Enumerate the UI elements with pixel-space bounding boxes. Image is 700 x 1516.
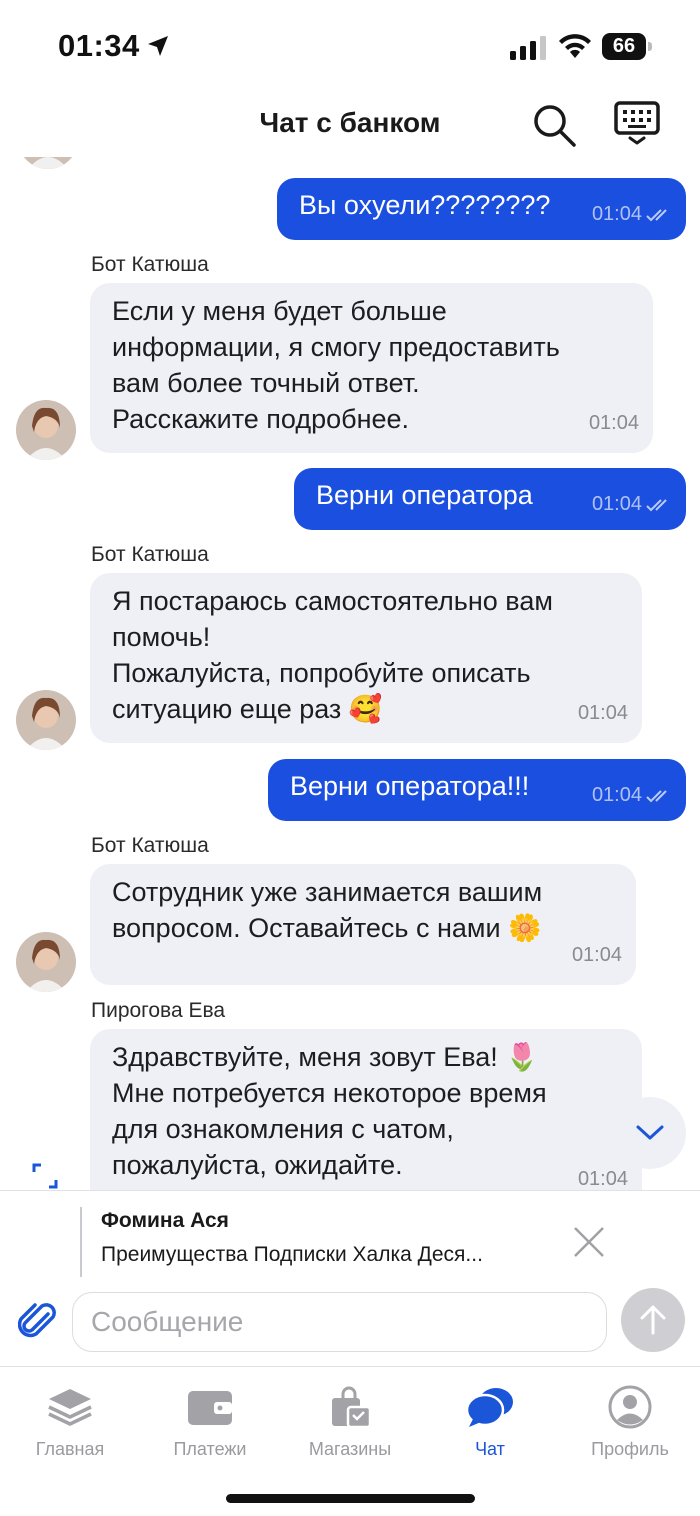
message-outgoing[interactable]: Верни оператора 01:04 bbox=[294, 468, 686, 530]
send-button[interactable] bbox=[621, 1288, 685, 1352]
tab-profile[interactable]: Профиль bbox=[570, 1383, 690, 1460]
search-icon[interactable] bbox=[530, 101, 578, 149]
message-outgoing[interactable]: Вы охуели???????? 01:04 bbox=[277, 178, 686, 240]
message-time: 01:04 bbox=[571, 944, 622, 966]
message-meta: 01:04 bbox=[592, 784, 672, 807]
reply-preview: Фомина Ася Преимущества Подписки Халка Д… bbox=[0, 1190, 700, 1282]
cellular-signal-icon bbox=[510, 36, 546, 60]
page-title: Чат с банком bbox=[259, 107, 441, 138]
tab-chat[interactable]: Чат bbox=[430, 1383, 550, 1460]
double-check-icon bbox=[646, 208, 667, 221]
double-check-icon bbox=[646, 789, 667, 802]
message-incoming[interactable]: Сотрудник уже занимается вашим вопросом.… bbox=[90, 864, 636, 985]
sender-name: Бот Катюша bbox=[91, 543, 209, 566]
sender-name: Бот Катюша bbox=[91, 253, 209, 276]
composer bbox=[0, 1282, 700, 1366]
message-time: 01:04 bbox=[591, 203, 642, 225]
chat-bubbles-icon bbox=[465, 1388, 513, 1427]
message-input[interactable] bbox=[72, 1292, 607, 1352]
tab-home[interactable]: Главная bbox=[10, 1383, 130, 1460]
wallet-icon bbox=[188, 1391, 232, 1425]
expand-icon[interactable] bbox=[31, 1162, 59, 1190]
message-time: 01:04 bbox=[588, 412, 639, 434]
chat-message-list[interactable]: Вы охуели???????? 01:04 Бот Катюша Если … bbox=[0, 157, 700, 1190]
message-incoming[interactable]: Если у меня будет больше информации, я с… bbox=[90, 283, 653, 453]
message-text: Здравствуйте, меня зовут Ева! 🌷 Мне потр… bbox=[112, 1042, 547, 1180]
tab-label: Магазины bbox=[308, 1439, 392, 1459]
keyboard-icon[interactable] bbox=[612, 99, 662, 147]
message-time: 01:04 bbox=[577, 702, 628, 724]
avatar bbox=[16, 932, 76, 992]
avatar bbox=[18, 157, 78, 169]
scroll-to-bottom-button[interactable] bbox=[614, 1097, 686, 1169]
chevron-down-icon bbox=[636, 1125, 664, 1140]
status-bar: 01:34 66 bbox=[0, 0, 700, 95]
home-indicator bbox=[226, 1494, 475, 1503]
tab-label: Главная bbox=[35, 1439, 105, 1459]
reply-divider bbox=[80, 1207, 82, 1277]
message-time: 01:04 bbox=[577, 1168, 628, 1190]
battery-level: 66 bbox=[612, 35, 636, 57]
reply-text: Преимущества Подписки Халка Деся... bbox=[101, 1243, 483, 1266]
message-text: Я постараюсь самостоятельно вам помочь! … bbox=[112, 586, 553, 724]
message-incoming[interactable]: Здравствуйте, меня зовут Ева! 🌷 Мне потр… bbox=[90, 1029, 642, 1190]
profile-icon bbox=[608, 1385, 652, 1429]
message-text: Верни оператора bbox=[316, 480, 533, 510]
tab-shops[interactable]: Магазины bbox=[290, 1383, 410, 1460]
message-time: 01:04 bbox=[591, 493, 642, 515]
message-text: Сотрудник уже занимается вашим вопросом.… bbox=[112, 877, 543, 943]
chat-header: Чат с банком bbox=[0, 95, 700, 157]
double-check-icon bbox=[646, 498, 667, 511]
status-time: 01:34 bbox=[58, 28, 140, 63]
tab-label: Профиль bbox=[591, 1439, 669, 1459]
message-outgoing[interactable]: Верни оператора!!! 01:04 bbox=[268, 759, 686, 821]
reply-sender-name: Фомина Ася bbox=[101, 1209, 229, 1232]
sender-name: Пирогова Ева bbox=[91, 999, 226, 1022]
message-text: Если у меня будет больше информации, я с… bbox=[112, 296, 560, 434]
shopping-bag-icon bbox=[332, 1386, 372, 1429]
layers-icon bbox=[48, 1389, 92, 1426]
location-arrow-icon bbox=[148, 36, 168, 56]
message-text: Вы охуели???????? bbox=[299, 190, 551, 220]
message-meta: 01:04 bbox=[592, 203, 672, 226]
arrow-up-icon bbox=[640, 1305, 666, 1335]
avatar bbox=[16, 400, 76, 460]
sender-name: Бот Катюша bbox=[91, 834, 209, 857]
message-incoming[interactable]: Я постараюсь самостоятельно вам помочь! … bbox=[90, 573, 642, 743]
tab-payments[interactable]: Платежи bbox=[150, 1383, 270, 1460]
message-meta: 01:04 bbox=[592, 493, 672, 516]
battery-icon: 66 bbox=[602, 33, 652, 60]
message-text: Верни оператора!!! bbox=[290, 771, 530, 801]
message-time: 01:04 bbox=[591, 784, 642, 806]
wifi-icon bbox=[559, 34, 591, 58]
close-icon[interactable] bbox=[572, 1225, 606, 1259]
tab-label: Чат bbox=[475, 1439, 505, 1459]
tab-label: Платежи bbox=[173, 1439, 247, 1459]
paperclip-icon[interactable] bbox=[18, 1300, 58, 1344]
avatar bbox=[16, 690, 76, 750]
